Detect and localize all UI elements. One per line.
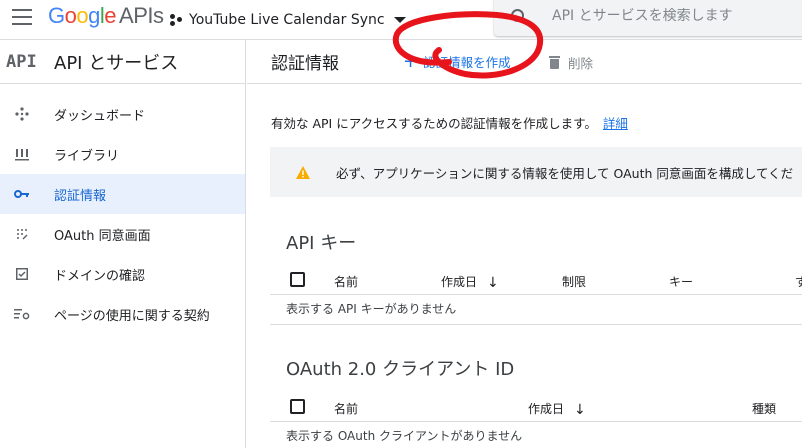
api-keys-title: API キー	[286, 233, 357, 254]
sidebar-header: API API とサービス	[0, 40, 245, 84]
sidebar: API API とサービス ダッシュボード ライブラリ 認証情報 OAuth 同…	[0, 40, 246, 448]
column-truncated[interactable]: す	[795, 273, 802, 290]
menu-icon[interactable]	[12, 9, 34, 29]
sidebar-item-page-usage-agreements[interactable]: ページの使用に関する契約	[0, 294, 245, 334]
warning-banner: 必ず、アプリケーションに関する情報を使用して OAuth 同意画面を構成してくだ	[270, 147, 802, 197]
settings-list-icon	[14, 306, 30, 322]
main-content: 認証情報 + 認証情報を作成 削除 有効な API にアクセスするための認証情報…	[247, 11, 802, 448]
sort-arrow-down-icon: ↓	[487, 275, 499, 291]
delete-button[interactable]: 削除	[549, 53, 593, 72]
sidebar-item-dashboard[interactable]: ダッシュボード	[0, 94, 245, 134]
sidebar-item-credentials[interactable]: 認証情報	[0, 174, 245, 214]
api-keys-select-all-checkbox[interactable]	[290, 272, 305, 287]
description-text: 有効な API にアクセスするための認証情報を作成します。 詳細	[271, 116, 628, 131]
project-selector[interactable]: YouTube Live Calendar Sync	[170, 6, 406, 34]
search-bar[interactable]	[494, 0, 802, 36]
oauth-table-header: 名前 作成日 ↓ 種類	[270, 392, 802, 422]
oauth-empty-row: 表示する OAuth クライアントがありません	[270, 422, 802, 448]
column-type[interactable]: 種類	[752, 400, 776, 417]
caret-down-icon	[393, 17, 406, 23]
plus-icon: +	[403, 50, 419, 72]
sidebar-title: API とサービス	[54, 52, 179, 74]
project-name: YouTube Live Calendar Sync	[189, 12, 385, 28]
main-header: 認証情報 + 認証情報を作成 削除	[247, 40, 802, 84]
page-title: 認証情報	[271, 54, 339, 74]
oauth-clients-title: OAuth 2.0 クライアント ID	[286, 359, 515, 380]
column-name[interactable]: 名前	[334, 400, 358, 417]
sidebar-item-oauth-consent[interactable]: OAuth 同意画面	[0, 214, 245, 254]
column-key[interactable]: キー	[669, 273, 693, 290]
dashboard-icon	[14, 106, 30, 122]
trash-icon	[549, 56, 560, 69]
api-logo: API	[6, 51, 37, 72]
details-link[interactable]: 詳細	[603, 116, 628, 131]
sidebar-item-library[interactable]: ライブラリ	[0, 134, 245, 174]
create-credentials-button[interactable]: + 認証情報を作成	[403, 52, 511, 71]
warning-icon	[296, 165, 310, 179]
search-input[interactable]	[552, 8, 782, 24]
column-created[interactable]: 作成日 ↓	[441, 273, 499, 290]
sort-arrow-down-icon: ↓	[574, 402, 586, 418]
column-restrictions[interactable]: 制限	[562, 273, 586, 290]
search-icon	[511, 8, 526, 24]
key-icon	[14, 186, 30, 202]
library-icon	[14, 146, 30, 162]
top-bar: Google APIs YouTube Live Calendar Sync	[0, 0, 802, 40]
column-created[interactable]: 作成日 ↓	[528, 400, 586, 417]
checkbox-icon	[14, 266, 30, 282]
api-keys-table-header: 名前 作成日 ↓ 制限 キー す	[270, 265, 802, 295]
column-name[interactable]: 名前	[334, 273, 358, 290]
google-apis-logo[interactable]: Google APIs	[48, 3, 164, 29]
sidebar-item-domain-verification[interactable]: ドメインの確認	[0, 254, 245, 294]
consent-icon	[14, 226, 30, 242]
project-dots-icon	[170, 14, 182, 26]
oauth-select-all-checkbox[interactable]	[290, 399, 305, 414]
api-keys-empty-row: 表示する API キーがありません	[270, 295, 802, 325]
